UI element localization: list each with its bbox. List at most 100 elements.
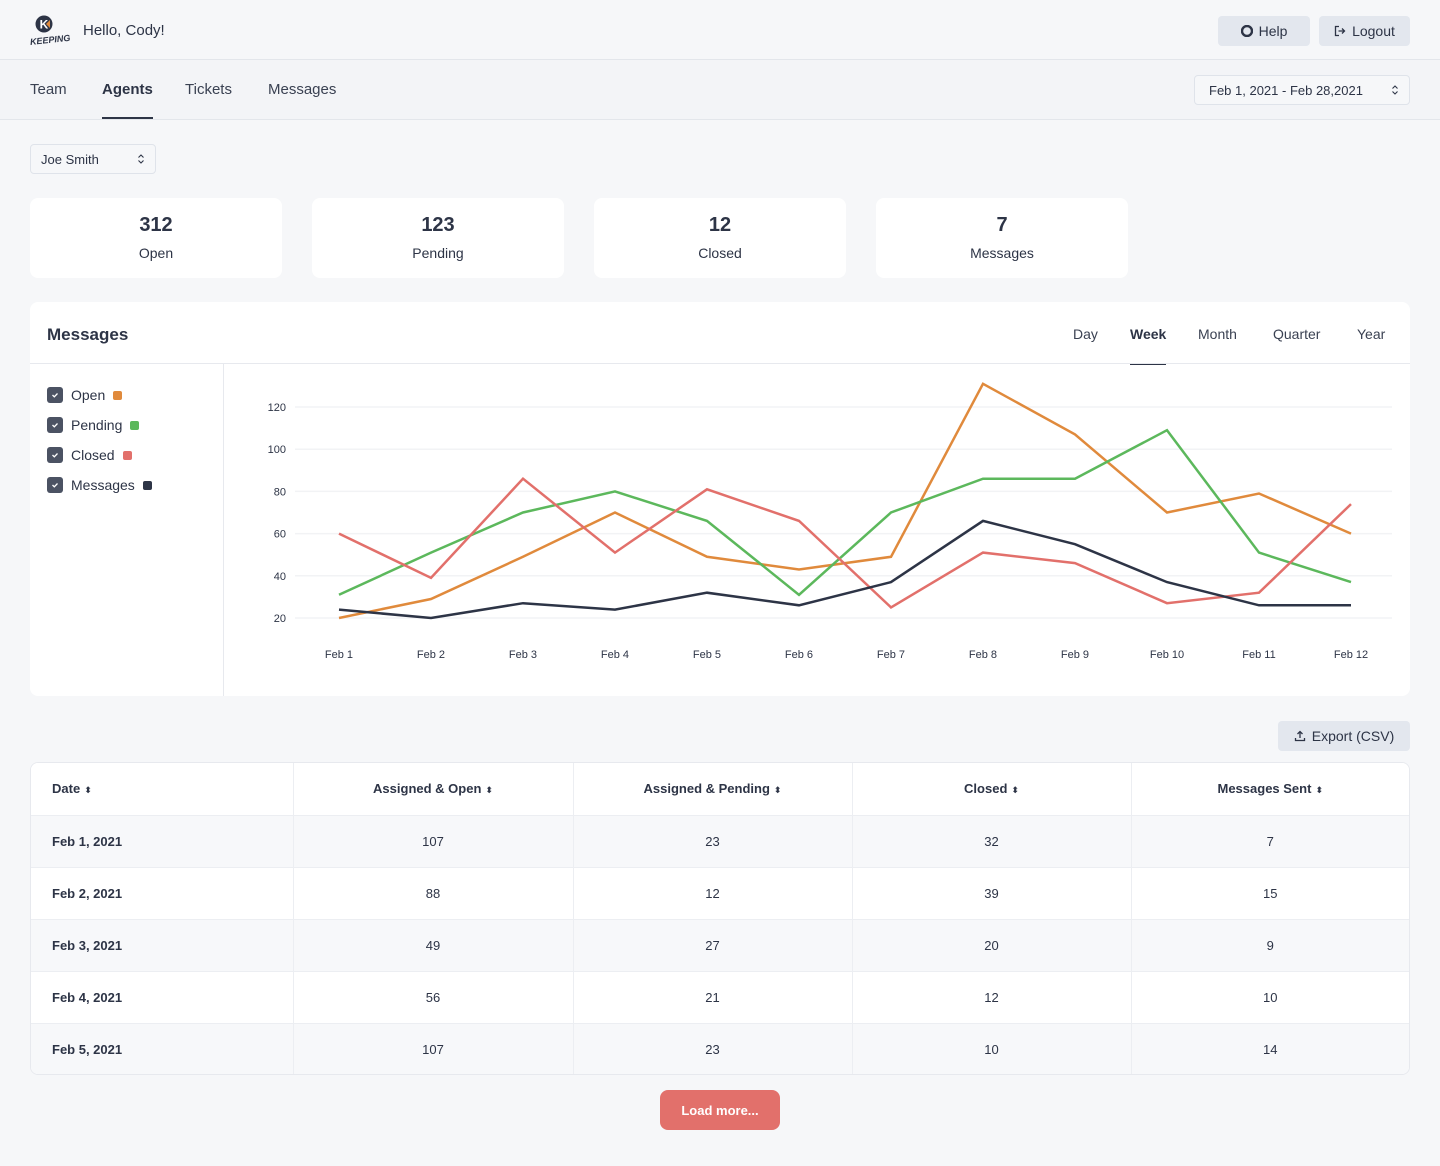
logo-text: KEEPING xyxy=(29,33,70,47)
cell-date: Feb 5, 2021 xyxy=(31,1023,294,1074)
column-header-assigned-pending[interactable]: Assigned & Pending ⬍ xyxy=(573,763,853,816)
cell-assigned-open: 49 xyxy=(293,919,574,972)
y-tick-label: 60 xyxy=(274,529,286,541)
table-row: Feb 5, 2021 107 23 10 14 xyxy=(31,1023,1409,1074)
cell-assigned-open: 88 xyxy=(293,867,574,920)
x-tick-label: Feb 3 xyxy=(509,649,537,661)
stat-label: Open xyxy=(138,245,174,261)
help-label: Help xyxy=(1258,23,1288,39)
sort-icon: ⬍ xyxy=(84,785,92,796)
top-bar: K KEEPING Hello, Cody! Help Logout xyxy=(0,0,1440,60)
cell-assigned-open: 107 xyxy=(293,815,574,868)
cell-date: Feb 1, 2021 xyxy=(31,815,294,868)
cell-messages-sent: 9 xyxy=(1131,919,1409,972)
updown-chevron-icon xyxy=(138,154,144,164)
sort-icon: ⬍ xyxy=(773,785,782,796)
agent-select-value: Joe Smith xyxy=(41,151,99,167)
sort-icon: ⬍ xyxy=(1315,785,1323,796)
x-tick-label: Feb 8 xyxy=(969,649,997,661)
stat-card-pending: 123 Pending xyxy=(312,198,564,278)
x-tick-label: Feb 1 xyxy=(325,649,353,661)
sort-icon: ⬍ xyxy=(1011,785,1019,796)
cell-assigned-pending: 21 xyxy=(573,971,853,1024)
x-tick-label: Feb 4 xyxy=(601,649,629,661)
export-csv-button[interactable]: Export (CSV) xyxy=(1278,721,1410,751)
x-tick-label: Feb 7 xyxy=(877,649,905,661)
x-tick-label: Feb 6 xyxy=(785,649,813,661)
stat-label: Pending xyxy=(412,245,464,261)
cell-assigned-pending: 23 xyxy=(573,815,853,868)
stat-label: Closed xyxy=(698,245,742,261)
keeping-logo[interactable]: K KEEPING xyxy=(29,15,71,47)
table-row: Feb 4, 2021 56 21 12 10 xyxy=(31,971,1409,1024)
x-tick-label: Feb 9 xyxy=(1061,649,1089,661)
stat-card-open: 312 Open xyxy=(30,198,282,278)
cell-date: Feb 3, 2021 xyxy=(31,919,294,972)
cell-assigned-pending: 27 xyxy=(573,919,853,972)
cell-date: Feb 4, 2021 xyxy=(31,971,294,1024)
cell-messages-sent: 7 xyxy=(1131,815,1409,868)
cell-date: Feb 2, 2021 xyxy=(31,867,294,920)
x-tick-label: Feb 10 xyxy=(1150,649,1184,661)
cell-messages-sent: 14 xyxy=(1131,1023,1409,1074)
x-tick-label: Feb 11 xyxy=(1242,649,1275,661)
table-row: Feb 3, 2021 49 27 20 9 xyxy=(31,919,1409,972)
tab-messages[interactable]: Messages xyxy=(268,60,336,119)
table-row: Feb 2, 2021 88 12 39 15 xyxy=(31,867,1409,920)
load-more-button[interactable]: Load more... xyxy=(660,1090,780,1130)
y-tick-label: 20 xyxy=(274,613,286,625)
y-tick-label: 100 xyxy=(268,444,286,456)
cell-assigned-open: 107 xyxy=(293,1023,574,1074)
table-row: Feb 1, 2021 107 23 32 7 xyxy=(31,815,1409,868)
y-tick-label: 120 xyxy=(268,402,286,414)
cell-closed: 32 xyxy=(852,815,1132,868)
data-table-card: Date ⬍ Assigned & Open ⬍ Assigned & Pendin… xyxy=(30,762,1410,1075)
cell-messages-sent: 10 xyxy=(1131,971,1409,1024)
series-line-closed xyxy=(338,476,1352,609)
date-range-value: Feb 1, 2021 - Feb 28,2021 xyxy=(1209,82,1363,98)
sort-icon: ⬍ xyxy=(485,785,493,796)
x-tick-label: Feb 2 xyxy=(417,649,445,661)
column-header-date[interactable]: Date ⬍ xyxy=(31,763,294,816)
tab-agents[interactable]: Agents xyxy=(102,60,153,119)
stat-value: 123 xyxy=(421,214,455,236)
cell-closed: 39 xyxy=(852,867,1132,920)
stat-value: 12 xyxy=(708,214,732,236)
stat-value: 7 xyxy=(996,214,1008,236)
column-header-closed[interactable]: Closed ⬍ xyxy=(852,763,1132,816)
y-tick-label: 80 xyxy=(274,486,286,498)
x-tick-label: Feb 12 xyxy=(1334,649,1368,661)
logout-button[interactable]: Logout xyxy=(1319,16,1410,46)
date-range-select[interactable]: Feb 1, 2021 - Feb 28,2021 xyxy=(1194,75,1410,105)
lifebuoy-icon xyxy=(1240,25,1253,37)
export-label: Export (CSV) xyxy=(1311,728,1395,744)
data-table: Date ⬍ Assigned & Open ⬍ Assigned & Pendin… xyxy=(31,763,1409,1074)
tab-tickets[interactable]: Tickets xyxy=(185,60,232,119)
table-header-row: Date ⬍ Assigned & Open ⬍ Assigned & Pendin… xyxy=(31,763,1409,816)
cell-closed: 20 xyxy=(852,919,1132,972)
cell-assigned-open: 56 xyxy=(293,971,574,1024)
messages-chart-card: Messages Day Week Month Quarter Year Ope… xyxy=(30,302,1410,696)
logout-icon xyxy=(1334,25,1346,37)
line-chart: 20 40 60 80 100 120 Feb 1 Feb 2 Feb 3 Feb 4 Feb 5 F… xyxy=(268,382,1392,661)
stat-card-messages: 7 Messages xyxy=(876,198,1128,278)
column-header-messages-sent[interactable]: Messages Sent ⬍ xyxy=(1131,763,1409,816)
tab-team[interactable]: Team xyxy=(30,60,67,119)
cell-assigned-pending: 23 xyxy=(573,1023,853,1074)
x-tick-label: Feb 5 xyxy=(693,649,721,661)
nav-bar: Team Agents Tickets Messages Feb 1, 2021… xyxy=(0,60,1440,120)
column-header-assigned-open[interactable]: Assigned & Open ⬍ xyxy=(293,763,574,816)
upload-icon xyxy=(1294,730,1305,742)
stat-card-closed: 12 Closed xyxy=(594,198,846,278)
series-line-open xyxy=(338,382,1352,620)
cell-closed: 12 xyxy=(852,971,1132,1024)
series-line-messages xyxy=(338,519,1351,620)
updown-chevron-icon xyxy=(1392,85,1398,95)
cell-closed: 10 xyxy=(852,1023,1132,1074)
stat-value: 312 xyxy=(139,214,173,236)
greeting: Hello, Cody! xyxy=(83,22,165,39)
logout-label: Logout xyxy=(1352,23,1395,39)
y-tick-label: 40 xyxy=(274,571,286,583)
help-button[interactable]: Help xyxy=(1218,16,1310,46)
agent-select[interactable]: Joe Smith xyxy=(30,144,156,174)
